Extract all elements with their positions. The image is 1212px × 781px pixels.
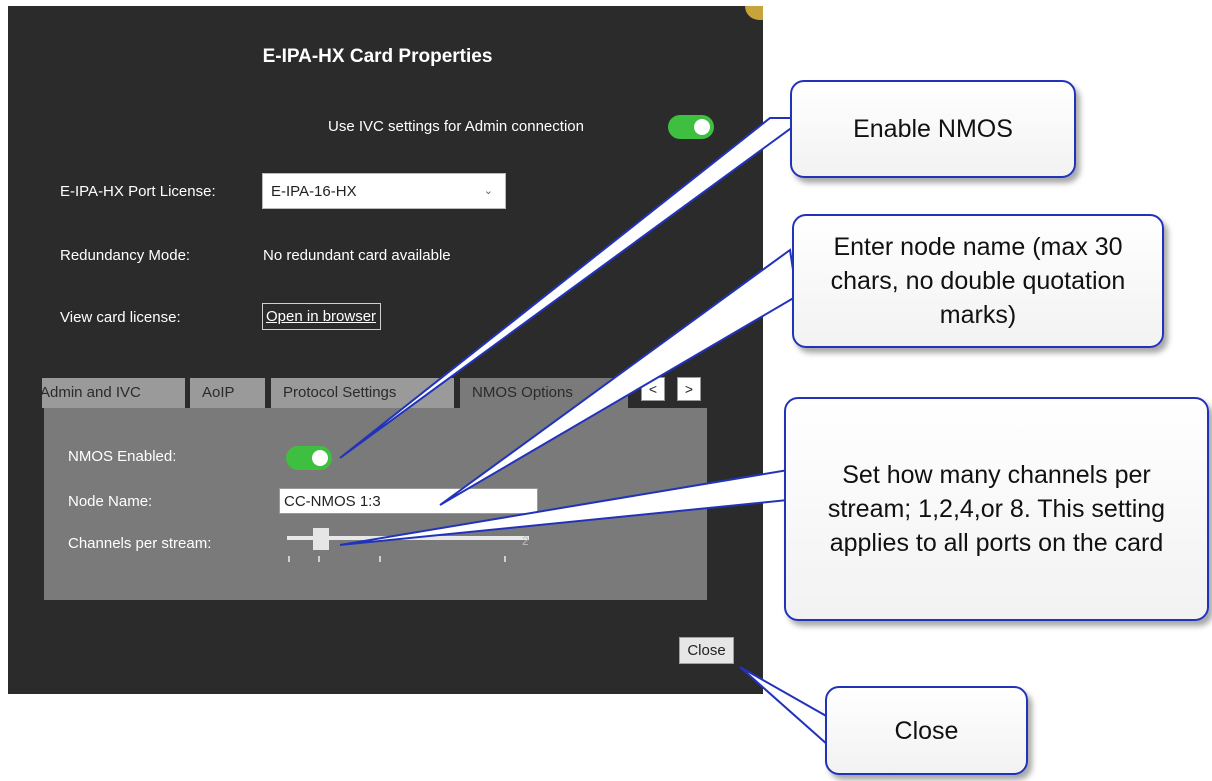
callout-node-name-text: Enter node name (max 30 chars, no double…: [830, 233, 1126, 329]
pointer-channels: [339, 468, 789, 546]
callout-enable-nmos-text: Enable NMOS: [853, 115, 1013, 143]
callout-close-text: Close: [894, 716, 959, 745]
callout-enable-nmos: Enable NMOS: [790, 80, 1076, 178]
pointer-enable-nmos: [339, 117, 809, 459]
callout-channels: Set how many channels per stream; 1,2,4,…: [784, 397, 1209, 621]
callout-channels-text: Set how many channels per stream; 1,2,4,…: [827, 461, 1166, 557]
pointer-close: [739, 666, 829, 748]
pointer-node-name: [439, 248, 799, 506]
callout-node-name: Enter node name (max 30 chars, no double…: [792, 214, 1164, 348]
callout-close: Close: [825, 686, 1028, 775]
